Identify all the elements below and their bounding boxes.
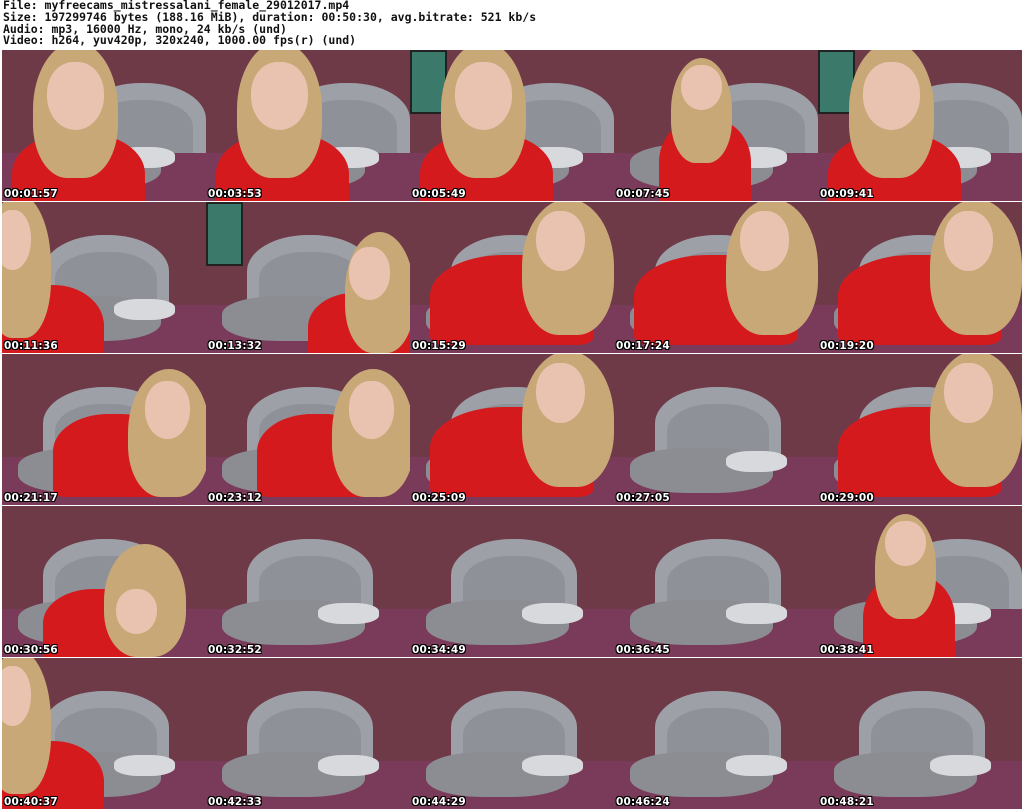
timestamp-label: 00:01:57 bbox=[4, 188, 58, 200]
pillow bbox=[522, 602, 584, 624]
video-thumbnail[interactable]: 00:19:20 bbox=[818, 202, 1022, 353]
person bbox=[2, 354, 206, 505]
timestamp-label: 00:03:53 bbox=[208, 188, 262, 200]
pillow bbox=[726, 754, 788, 776]
timestamp-label: 00:36:45 bbox=[616, 644, 670, 656]
video-thumbnail[interactable]: 00:42:33 bbox=[206, 658, 410, 809]
video-thumbnail[interactable]: 00:48:21 bbox=[818, 658, 1022, 809]
person bbox=[2, 506, 206, 657]
timestamp-label: 00:40:37 bbox=[4, 796, 58, 808]
person bbox=[2, 50, 206, 201]
person bbox=[818, 354, 1022, 505]
person bbox=[206, 202, 410, 353]
video-thumbnail[interactable]: 00:36:45 bbox=[614, 506, 818, 657]
video-thumbnail[interactable]: 00:09:41 bbox=[818, 50, 1022, 201]
person bbox=[818, 506, 1022, 657]
video-thumbnail[interactable]: 00:46:24 bbox=[614, 658, 818, 809]
file-info-header: File: myfreecams_mistressalani_female_29… bbox=[3, 0, 1023, 47]
video-thumbnail[interactable]: 00:27:05 bbox=[614, 354, 818, 505]
timestamp-label: 00:21:17 bbox=[4, 492, 58, 504]
video-thumbnail[interactable]: 00:11:36 bbox=[2, 202, 206, 353]
timestamp-label: 00:27:05 bbox=[616, 492, 670, 504]
timestamp-label: 00:05:49 bbox=[412, 188, 466, 200]
timestamp-label: 00:34:49 bbox=[412, 644, 466, 656]
video-thumbnail[interactable]: 00:29:00 bbox=[818, 354, 1022, 505]
person bbox=[206, 354, 410, 505]
video-thumbnail[interactable]: 00:21:17 bbox=[2, 354, 206, 505]
video-thumbnail[interactable]: 00:13:32 bbox=[206, 202, 410, 353]
video-thumbnail[interactable]: 00:17:24 bbox=[614, 202, 818, 353]
face bbox=[250, 62, 308, 131]
person bbox=[818, 202, 1022, 353]
video-thumbnail[interactable]: 00:03:53 bbox=[206, 50, 410, 201]
face bbox=[348, 381, 394, 439]
timestamp-label: 00:38:41 bbox=[820, 644, 874, 656]
video-thumbnail[interactable]: 00:25:09 bbox=[410, 354, 614, 505]
pillow bbox=[726, 450, 788, 472]
video-thumbnail[interactable]: 00:44:29 bbox=[410, 658, 614, 809]
video-thumbnail[interactable]: 00:15:29 bbox=[410, 202, 614, 353]
timestamp-label: 00:46:24 bbox=[616, 796, 670, 808]
pillow bbox=[318, 754, 380, 776]
video-thumbnail[interactable]: 00:40:37 bbox=[2, 658, 206, 809]
person bbox=[410, 202, 614, 353]
face bbox=[454, 62, 512, 131]
timestamp-label: 00:30:56 bbox=[4, 644, 58, 656]
timestamp-label: 00:48:21 bbox=[820, 796, 874, 808]
video-thumbnail[interactable]: 00:32:52 bbox=[206, 506, 410, 657]
face bbox=[144, 381, 190, 439]
pillow bbox=[522, 754, 584, 776]
timestamp-label: 00:32:52 bbox=[208, 644, 262, 656]
timestamp-label: 00:09:41 bbox=[820, 188, 874, 200]
timestamp-label: 00:42:33 bbox=[208, 796, 262, 808]
timestamp-label: 00:44:29 bbox=[412, 796, 466, 808]
face bbox=[46, 62, 104, 131]
timestamp-label: 00:15:29 bbox=[412, 340, 466, 352]
timestamp-label: 00:25:09 bbox=[412, 492, 466, 504]
timestamp-label: 00:11:36 bbox=[4, 340, 58, 352]
timestamp-label: 00:29:00 bbox=[820, 492, 874, 504]
timestamp-label: 00:17:24 bbox=[616, 340, 670, 352]
person bbox=[2, 202, 206, 353]
timestamp-label: 00:13:32 bbox=[208, 340, 262, 352]
video-thumbnail[interactable]: 00:38:41 bbox=[818, 506, 1022, 657]
timestamp-label: 00:19:20 bbox=[820, 340, 874, 352]
video-thumbnail[interactable]: 00:34:49 bbox=[410, 506, 614, 657]
person bbox=[410, 354, 614, 505]
video-thumbnail[interactable]: 00:01:57 bbox=[2, 50, 206, 201]
person bbox=[2, 658, 206, 809]
video-thumbnail[interactable]: 00:23:12 bbox=[206, 354, 410, 505]
face bbox=[862, 62, 920, 131]
pillow bbox=[726, 602, 788, 624]
video-info-line: Video: h264, yuv420p, 320x240, 1000.00 f… bbox=[3, 33, 357, 48]
person bbox=[410, 50, 614, 201]
timestamp-label: 00:07:45 bbox=[616, 188, 670, 200]
video-thumbnail[interactable]: 00:05:49 bbox=[410, 50, 614, 201]
pillow bbox=[930, 754, 992, 776]
person bbox=[818, 50, 1022, 201]
video-thumbnail[interactable]: 00:30:56 bbox=[2, 506, 206, 657]
person bbox=[614, 50, 818, 201]
person bbox=[206, 50, 410, 201]
person bbox=[614, 202, 818, 353]
timestamp-label: 00:23:12 bbox=[208, 492, 262, 504]
pillow bbox=[318, 602, 380, 624]
video-thumbnail[interactable]: 00:07:45 bbox=[614, 50, 818, 201]
face bbox=[348, 247, 390, 301]
